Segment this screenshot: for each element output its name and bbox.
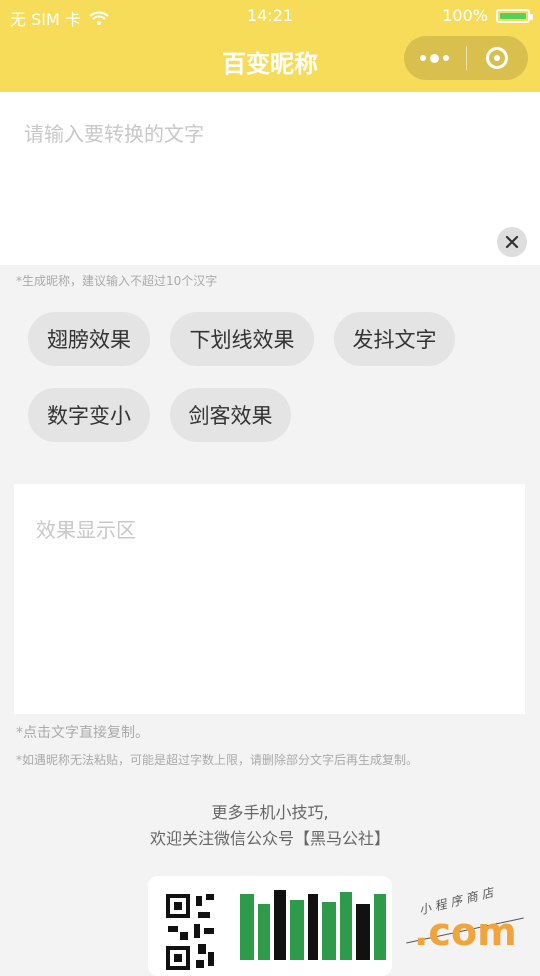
result-display[interactable]: 效果显示区 <box>14 484 525 714</box>
copy-hint: *点击文字直接复制。 <box>16 725 149 741</box>
nav-bar: 百变昵称 <box>0 30 540 92</box>
promo-text: 更多手机小技巧, 欢迎关注微信公众号【黑马公社】 <box>0 800 540 852</box>
qr-code-image <box>164 892 244 972</box>
text-input[interactable] <box>22 116 506 230</box>
watermark-domain: .com <box>414 910 517 954</box>
miniprogram-capsule <box>404 36 528 80</box>
input-hint: *生成昵称，建议输入不超过10个汉字 <box>16 274 218 288</box>
paste-hint: *如遇昵称无法粘贴，可能是超过字数上限，请删除部分文字后再生成复制。 <box>16 753 419 767</box>
target-circle-icon <box>486 47 509 69</box>
effect-chip-wings[interactable]: 翅膀效果 <box>28 312 150 366</box>
close-icon <box>505 235 519 249</box>
effect-chip-shake[interactable]: 发抖文字 <box>334 312 455 366</box>
more-button[interactable] <box>404 36 466 80</box>
effect-chip-small-digits[interactable]: 数字变小 <box>28 388 150 442</box>
exit-button[interactable] <box>467 36 529 80</box>
input-panel <box>0 92 540 265</box>
result-placeholder: 效果显示区 <box>36 518 136 542</box>
promo-line-1: 更多手机小技巧, <box>211 803 329 822</box>
effect-chip-swordsman[interactable]: 剑客效果 <box>170 388 291 442</box>
battery-icon <box>496 8 533 23</box>
promo-line-2: 欢迎关注微信公众号【黑马公社】 <box>149 829 390 848</box>
more-dots-icon <box>420 53 450 63</box>
battery-percent: 100% <box>442 6 488 25</box>
effect-chip-underline[interactable]: 下划线效果 <box>170 312 314 366</box>
watermark-logo <box>240 890 386 960</box>
status-bar: 无 SIM 卡 14:21 100% <box>0 0 540 30</box>
clear-input-button[interactable] <box>497 227 527 257</box>
